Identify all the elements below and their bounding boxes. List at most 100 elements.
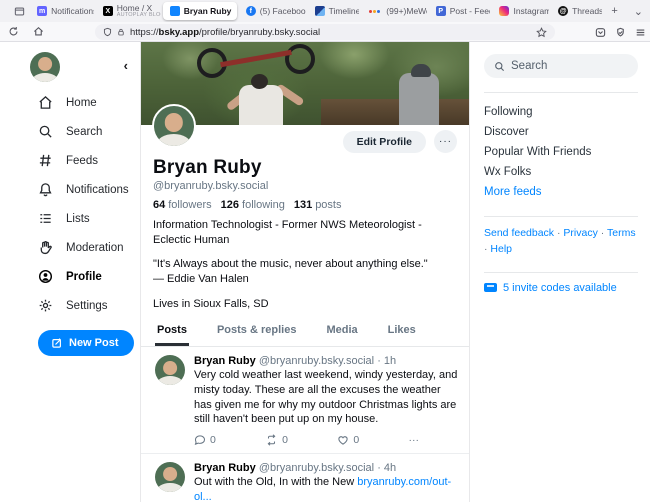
post-feed-icon: P bbox=[436, 6, 446, 16]
feed-link-following[interactable]: Following bbox=[484, 102, 638, 122]
tab-notifications[interactable]: m Notifications bbox=[30, 2, 94, 20]
person-circle-icon bbox=[38, 269, 53, 284]
gear-icon bbox=[38, 298, 53, 313]
sidebar-item-profile[interactable]: Profile bbox=[38, 262, 129, 291]
instagram-icon bbox=[499, 6, 509, 16]
terms-link[interactable]: Terms bbox=[607, 227, 636, 239]
tab-label: Timeline bbox=[329, 6, 360, 16]
send-feedback-link[interactable]: Send feedback bbox=[484, 227, 554, 239]
pocket-icon[interactable] bbox=[595, 27, 606, 38]
repost-button[interactable]: 0 bbox=[265, 434, 288, 446]
tab-timeline[interactable]: Timeline bbox=[308, 2, 360, 20]
sidebar-item-moderation[interactable]: Moderation bbox=[38, 233, 129, 262]
tab-post-feed[interactable]: P Post - Feed bbox=[429, 2, 491, 20]
like-button[interactable]: 0 bbox=[337, 434, 359, 446]
left-navigation: ‹ Home Search Feeds Notifications bbox=[0, 42, 140, 502]
tab-posts[interactable]: Posts bbox=[155, 320, 189, 346]
tab-home-x[interactable]: X Home / X AUTOPLAY BLOC bbox=[96, 2, 161, 20]
tab-instagram[interactable]: Instagram bbox=[492, 2, 549, 20]
privacy-link[interactable]: Privacy bbox=[563, 227, 597, 239]
profile-handle: @bryanruby.bsky.social bbox=[153, 180, 469, 192]
sidebar-item-search[interactable]: Search bbox=[38, 117, 129, 146]
tab-bryan-ruby-active[interactable]: Bryan Ruby × bbox=[163, 2, 237, 20]
pinned-tab[interactable] bbox=[10, 2, 28, 20]
following-stat[interactable]: 126following bbox=[221, 199, 285, 211]
url-bar[interactable]: https://bsky.app/profile/bryanruby.bsky.… bbox=[95, 24, 555, 40]
tab-label: Notifications bbox=[51, 6, 94, 16]
divider bbox=[484, 216, 638, 217]
home-button[interactable] bbox=[33, 26, 44, 37]
hash-icon bbox=[38, 153, 53, 168]
tab-mewe[interactable]: (99+)MeWe bbox=[361, 2, 426, 20]
tab-facebook[interactable]: f (5) Facebook bbox=[239, 2, 306, 20]
bell-icon bbox=[38, 182, 53, 197]
post-more-button[interactable]: ··· bbox=[408, 434, 419, 446]
tab-label: Bryan Ruby bbox=[184, 6, 232, 16]
sidebar-item-settings[interactable]: Settings bbox=[38, 291, 129, 320]
edit-profile-button[interactable]: Edit Profile bbox=[343, 131, 426, 153]
facebook-icon: f bbox=[246, 6, 256, 16]
post-text: Very cold weather last weekend, windy ye… bbox=[194, 368, 459, 427]
right-sidebar: Search Following Discover Popular With F… bbox=[470, 42, 650, 502]
sidebar-item-lists[interactable]: Lists bbox=[38, 204, 129, 233]
profile-more-button[interactable]: ··· bbox=[434, 130, 457, 153]
menu-icon[interactable] bbox=[635, 27, 646, 38]
bookmark-star-icon[interactable] bbox=[536, 27, 547, 38]
footer-links: Send feedback · Privacy · Terms · Help bbox=[484, 226, 638, 258]
sidebar-item-home[interactable]: Home bbox=[38, 88, 129, 117]
post-avatar[interactable] bbox=[155, 462, 185, 492]
post-header: Bryan Ruby @bryanruby.bsky.social · 4h bbox=[194, 462, 459, 474]
navigation-toolbar: https://bsky.app/profile/bryanruby.bsky.… bbox=[0, 22, 650, 42]
list-tabs-button[interactable]: ⌄ bbox=[627, 5, 650, 18]
reply-button[interactable]: 0 bbox=[194, 434, 216, 446]
tab-media[interactable]: Media bbox=[324, 320, 359, 346]
post-item[interactable]: Bryan Ruby @bryanruby.bsky.social · 1h V… bbox=[141, 347, 469, 454]
threads-icon: @ bbox=[558, 6, 568, 16]
search-input[interactable]: Search bbox=[484, 54, 638, 78]
more-feeds-link[interactable]: More feeds bbox=[484, 182, 638, 202]
tab-label: (5) Facebook bbox=[260, 6, 306, 16]
account-icon[interactable] bbox=[615, 27, 626, 38]
help-link[interactable]: Help bbox=[490, 243, 512, 255]
home-icon bbox=[38, 95, 53, 110]
tab-threads[interactable]: @ Threads bbox=[551, 2, 602, 20]
banner-cyclist bbox=[239, 85, 283, 125]
feed-link-discover[interactable]: Discover bbox=[484, 122, 638, 142]
url-text: https://bsky.app/profile/bryanruby.bsky.… bbox=[130, 27, 320, 38]
profile-avatar[interactable] bbox=[152, 104, 196, 148]
list-icon bbox=[38, 211, 53, 226]
banner-cyclist-head bbox=[251, 74, 268, 89]
reload-button[interactable] bbox=[8, 26, 19, 37]
followers-stat[interactable]: 64followers bbox=[153, 199, 212, 211]
profile-bio: Information Technologist - Former NWS Me… bbox=[153, 218, 457, 286]
new-tab-button[interactable]: + bbox=[604, 5, 624, 17]
post-timestamp: 1h bbox=[384, 355, 396, 367]
sidebar-item-notifications[interactable]: Notifications bbox=[38, 175, 129, 204]
nav-avatar[interactable] bbox=[30, 52, 60, 82]
tab-label: Threads bbox=[572, 6, 602, 16]
tab-strip: m Notifications X Home / X AUTOPLAY BLOC… bbox=[0, 0, 650, 22]
collapse-sidebar-button[interactable]: ‹ bbox=[124, 58, 128, 73]
page-content: ‹ Home Search Feeds Notifications bbox=[0, 42, 650, 502]
post-avatar[interactable] bbox=[155, 355, 185, 385]
sidebar-item-feeds[interactable]: Feeds bbox=[38, 146, 129, 175]
tab-sublabel: AUTOPLAY BLOC bbox=[117, 13, 161, 19]
divider bbox=[484, 272, 638, 273]
divider bbox=[484, 92, 638, 93]
reply-icon bbox=[194, 434, 206, 446]
profile-location: Lives in Sioux Falls, SD bbox=[153, 298, 457, 310]
feed-link-popular-with-friends[interactable]: Popular With Friends bbox=[484, 142, 638, 162]
tab-label: Post - Feed bbox=[450, 6, 491, 16]
tab-posts-replies[interactable]: Posts & replies bbox=[215, 320, 298, 346]
search-icon bbox=[38, 124, 53, 139]
new-post-button[interactable]: New Post bbox=[38, 330, 134, 356]
invite-codes-link[interactable]: 5 invite codes available bbox=[484, 282, 638, 294]
tab-likes[interactable]: Likes bbox=[386, 320, 418, 346]
mewe-icon bbox=[368, 6, 382, 16]
post-item[interactable]: Bryan Ruby @bryanruby.bsky.social · 4h O… bbox=[141, 454, 469, 502]
banner-second-cyclist bbox=[399, 73, 439, 125]
compose-icon bbox=[51, 337, 63, 349]
banner-bike-wheel bbox=[285, 44, 315, 74]
x-icon: X bbox=[103, 6, 113, 16]
feed-link-wx-folks[interactable]: Wx Folks bbox=[484, 162, 638, 182]
